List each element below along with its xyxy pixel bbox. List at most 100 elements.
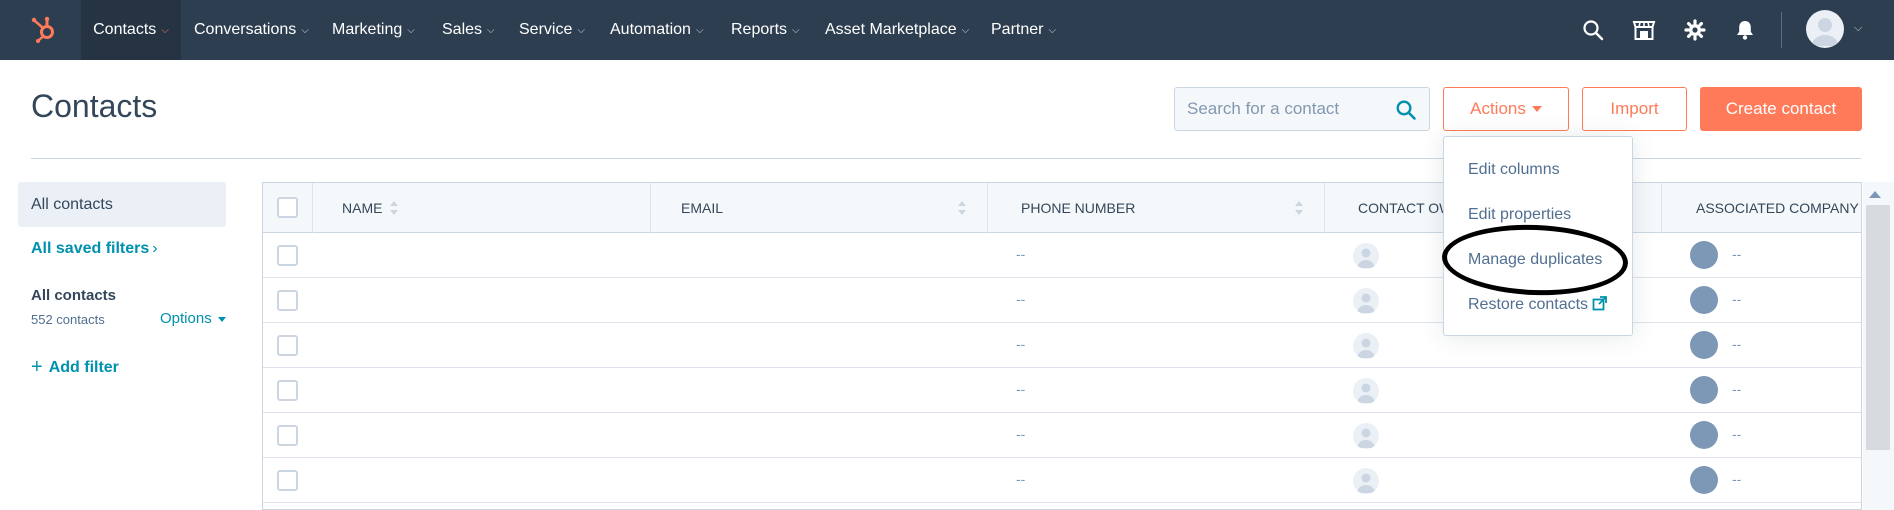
nav-item-marketing[interactable]: Marketing ⌵ (332, 0, 415, 60)
select-all-checkbox[interactable] (277, 197, 298, 218)
add-filter-button[interactable]: + Add filter (31, 356, 119, 379)
caret-down-icon (1531, 106, 1542, 112)
owner-avatar-icon (1353, 378, 1379, 404)
column-header-label: PHONE NUMBER (1021, 200, 1136, 216)
phone-number-cell: -- (1016, 246, 1026, 262)
sidebar-item-all-contacts[interactable]: All contacts (18, 182, 226, 227)
scrollbar-thumb[interactable] (1866, 205, 1890, 450)
row-checkbox[interactable] (277, 380, 298, 401)
scroll-up-arrow-icon[interactable] (1869, 191, 1881, 198)
search-icon[interactable] (1579, 16, 1607, 44)
row-checkbox[interactable] (277, 245, 298, 266)
sort-icon (1295, 201, 1303, 215)
import-button-label: Import (1610, 99, 1659, 118)
owner-avatar-icon (1353, 243, 1379, 269)
create-contact-button[interactable]: Create contact (1700, 87, 1862, 131)
column-header-associated-company[interactable]: ASSOCIATED COMPANY (1662, 183, 1861, 233)
company-avatar-icon (1690, 376, 1718, 404)
all-saved-filters-link[interactable]: All saved filters › (31, 240, 158, 258)
marketplace-icon[interactable] (1630, 16, 1658, 44)
column-header-phone-number[interactable]: PHONE NUMBER (988, 183, 1325, 233)
nav-item-sales[interactable]: Sales ⌵ (442, 0, 495, 60)
contact-search-box (1174, 87, 1430, 131)
row-checkbox[interactable] (277, 425, 298, 446)
company-avatar-icon (1690, 421, 1718, 449)
external-link-icon (1592, 296, 1607, 311)
row-checkbox[interactable] (277, 470, 298, 491)
chevron-down-icon: ⌵ (577, 24, 585, 36)
nav-label: Conversations (194, 21, 297, 38)
associated-company-cell: -- (1732, 471, 1742, 487)
contact-count: 552 contacts (31, 312, 105, 327)
view-options-dropdown[interactable]: Options (160, 310, 226, 327)
options-label: Options (160, 310, 212, 327)
chevron-down-icon: ⌵ (407, 24, 415, 36)
nav-item-automation[interactable]: Automation ⌵ (610, 0, 704, 60)
row-checkbox[interactable] (277, 335, 298, 356)
nav-item-reports[interactable]: Reports ⌵ (731, 0, 800, 60)
owner-avatar-icon (1353, 423, 1379, 449)
nav-label: Partner (991, 21, 1044, 38)
menu-item-edit-columns[interactable]: Edit columns (1468, 161, 1560, 179)
owner-avatar-icon (1353, 333, 1379, 359)
associated-company-cell: -- (1732, 426, 1742, 442)
nav-item-asset-marketplace[interactable]: Asset Marketplace ⌵ (825, 0, 969, 60)
menu-item-restore-contacts[interactable]: Restore contacts (1468, 296, 1607, 314)
user-avatar-icon[interactable] (1806, 10, 1844, 48)
caret-down-icon (217, 316, 226, 322)
actions-button-label: Actions (1470, 99, 1526, 118)
table-row[interactable]: -- -- (263, 368, 1861, 413)
nav-item-service[interactable]: Service ⌵ (519, 0, 585, 60)
nav-label: Sales (442, 21, 483, 38)
gear-icon[interactable] (1681, 16, 1709, 44)
nav-label: Contacts (93, 21, 157, 38)
sort-icon (958, 201, 966, 215)
associated-company-cell: -- (1732, 246, 1742, 262)
nav-label: Asset Marketplace (825, 21, 957, 38)
menu-item-edit-properties[interactable]: Edit properties (1468, 206, 1571, 224)
column-header-label: EMAIL (681, 200, 724, 216)
nav-divider (1781, 12, 1782, 48)
nav-label: Service (519, 21, 573, 38)
column-header-label: CONTACT OW (1358, 200, 1453, 216)
nav-item-conversations[interactable]: Conversations ⌵ (194, 0, 309, 60)
chevron-down-icon: ⌵ (1048, 24, 1057, 36)
nav-item-contacts[interactable]: Contacts ⌵ (81, 0, 181, 60)
nav-label: Automation (610, 21, 691, 38)
chevron-down-icon: ⌵ (301, 24, 309, 36)
column-header-name[interactable]: NAME (313, 183, 651, 233)
menu-item-manage-duplicates[interactable]: Manage duplicates (1468, 251, 1602, 269)
create-contact-button-label: Create contact (1725, 99, 1837, 118)
chevron-down-icon[interactable]: ⌵ (1854, 22, 1862, 35)
owner-avatar-icon (1353, 468, 1379, 494)
phone-number-cell: -- (1016, 336, 1026, 352)
associated-company-cell: -- (1732, 381, 1742, 397)
nav-item-partner[interactable]: Partner ⌵ (991, 0, 1056, 60)
chevron-down-icon: ⌵ (161, 24, 169, 36)
chevron-down-icon: ⌵ (792, 24, 800, 36)
company-avatar-icon (1690, 331, 1718, 359)
row-checkbox[interactable] (277, 290, 298, 311)
plus-icon: + (31, 356, 43, 378)
page-title: Contacts (31, 88, 158, 124)
top-navigation-bar: Contacts ⌵ Conversations ⌵ Marketing ⌵ Sale… (0, 0, 1894, 60)
company-avatar-icon (1690, 241, 1718, 269)
company-avatar-icon (1690, 466, 1718, 494)
company-avatar-icon (1690, 286, 1718, 314)
bell-icon[interactable] (1731, 16, 1759, 44)
current-view-title: All contacts (31, 287, 117, 304)
hubspot-logo-icon[interactable] (30, 15, 58, 43)
chevron-down-icon: ⌵ (487, 24, 495, 36)
table-row[interactable]: -- -- (263, 413, 1861, 458)
search-icon[interactable] (1395, 99, 1417, 121)
actions-button[interactable]: Actions (1443, 87, 1569, 131)
import-button[interactable]: Import (1582, 87, 1687, 131)
search-input[interactable] (1187, 88, 1387, 130)
associated-company-cell: -- (1732, 291, 1742, 307)
actions-dropdown-menu: Edit columns Edit properties Manage dupl… (1443, 136, 1633, 336)
menu-item-label: Restore contacts (1468, 296, 1589, 313)
table-row[interactable]: -- -- (263, 458, 1861, 503)
column-header-email[interactable]: EMAIL (651, 183, 988, 233)
saved-filters-label: All saved filters (31, 240, 150, 257)
phone-number-cell: -- (1016, 291, 1026, 307)
